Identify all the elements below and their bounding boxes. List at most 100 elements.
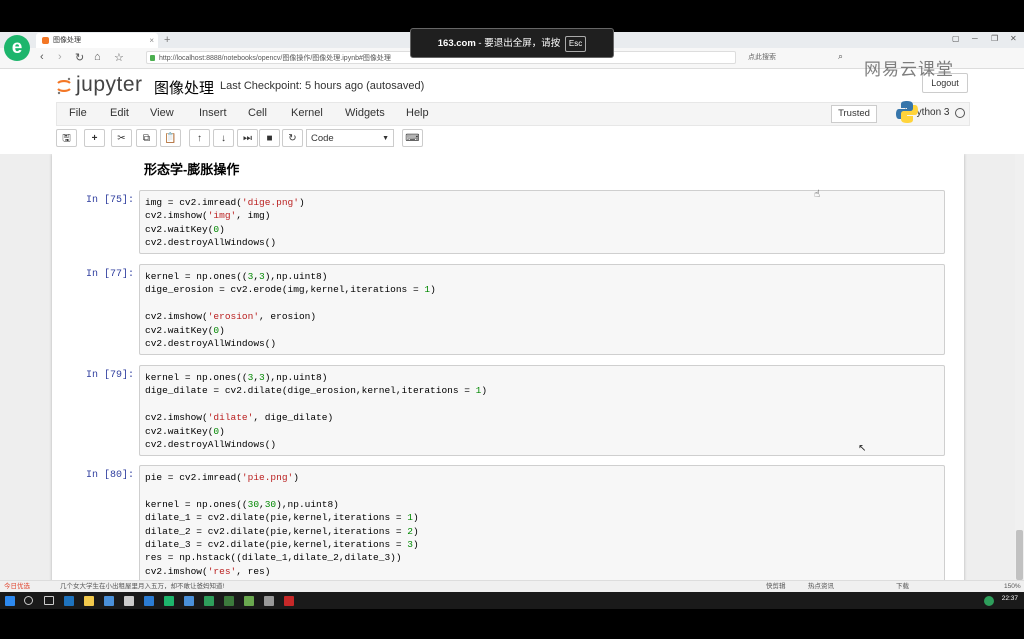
watermark: 网易云课堂	[864, 60, 954, 79]
esc-key: Esc	[564, 36, 587, 52]
screen: 图像处理 × + ▢ ─ ❐ ✕ ‹ › ↻ ⌂ ☆ http://localh…	[0, 32, 1024, 592]
notebook-name[interactable]: 图像处理	[154, 77, 214, 98]
code-input[interactable]: pie = cv2.imread('pie.png') kernel = np.…	[145, 471, 419, 578]
checkpoint-status: Last Checkpoint: 5 hours ago (autosaved)	[220, 80, 425, 92]
tab-title: 图像处理	[53, 37, 81, 44]
minimize-icon[interactable]: ─	[972, 34, 978, 43]
tab-close-icon[interactable]: ×	[149, 33, 154, 48]
python-logo-icon	[896, 101, 918, 123]
clock[interactable]: 22:37	[1002, 595, 1018, 602]
store-icon[interactable]	[104, 596, 114, 606]
taskbar: 22:37	[0, 592, 1024, 609]
ie-icon[interactable]	[64, 596, 74, 606]
menu-view[interactable]: View	[150, 107, 174, 119]
cell-type-select[interactable]: Code ▼	[306, 129, 394, 147]
search-icon[interactable]: ⌕	[838, 51, 843, 62]
pointer-cursor-icon: ↖	[858, 443, 867, 454]
status-item-hotnews[interactable]: 热点资讯	[808, 581, 834, 592]
menu-widgets[interactable]: Widgets	[345, 107, 385, 119]
status-item-quickclip[interactable]: 快剪辑	[766, 581, 786, 592]
mail-icon[interactable]	[124, 596, 134, 606]
browser-taskbar-icon[interactable]	[164, 596, 174, 606]
jupyter-logo-text[interactable]: jupyter	[76, 73, 143, 97]
zoom-level[interactable]: 150%	[1004, 581, 1021, 592]
menu-cell[interactable]: Cell	[248, 107, 267, 119]
notebook-toolbar: 🖫 + ✂ ⧉ 📋 ↑ ↓ ⏭ ■ ↻ Code ▼ ⌨	[56, 129, 968, 151]
status-item-download[interactable]: 下载	[896, 581, 909, 592]
cell-prompt: In [79]:	[85, 370, 134, 381]
esc-site: 163.com	[437, 38, 476, 49]
cell-prompt: In [75]:	[85, 195, 134, 206]
browser-tab[interactable]: 图像处理 ×	[36, 33, 158, 48]
secure-icon	[150, 55, 155, 61]
app-icon[interactable]	[184, 596, 194, 606]
code-input[interactable]: img = cv2.imread('dige.png') cv2.imshow(…	[145, 196, 305, 250]
app-icon[interactable]	[144, 596, 154, 606]
move-down-icon[interactable]: ↓	[213, 129, 234, 147]
code-cell[interactable]: kernel = np.ones((3,3),np.uint8) dige_er…	[139, 264, 945, 355]
app-icon[interactable]	[204, 596, 214, 606]
back-icon[interactable]: ‹	[40, 51, 44, 63]
paste-icon[interactable]: 📋	[160, 129, 181, 147]
code-cell[interactable]: kernel = np.ones((3,3),np.uint8) dige_di…	[139, 365, 945, 456]
code-input[interactable]: kernel = np.ones((3,3),np.uint8) dige_di…	[145, 371, 487, 451]
jupyter-logo-icon	[57, 77, 71, 95]
tray-icon[interactable]	[984, 596, 994, 606]
scrollbar-thumb[interactable]	[1016, 530, 1023, 580]
status-left-label[interactable]: 今日优选	[4, 581, 30, 592]
home-icon[interactable]: ⌂	[94, 51, 101, 63]
notebook-area: 形态学-膨胀操作 In [75]: img = cv2.imread('dige…	[0, 154, 1024, 580]
fullscreen-exit-notice: 163.com - 要退出全屏，请按 Esc	[410, 28, 614, 58]
chevron-down-icon: ▼	[382, 135, 389, 142]
browser-search-field[interactable]: 点此搜索	[748, 51, 848, 64]
markdown-heading[interactable]: 形态学-膨胀操作	[144, 159, 239, 178]
browser-status-bar: 今日优选 几个女大学生在小出租屋里月入五万，却不敢让爸妈知道! 快剪辑 热点资讯…	[0, 580, 1024, 592]
cell-prompt: In [77]:	[85, 269, 134, 280]
menu-insert[interactable]: Insert	[199, 107, 227, 119]
kernel-status-icon	[955, 108, 965, 118]
forward-icon[interactable]: ›	[58, 51, 62, 63]
file-explorer-icon[interactable]	[84, 596, 94, 606]
start-icon[interactable]	[5, 596, 15, 606]
tab-favicon-icon	[42, 37, 49, 44]
reload-icon[interactable]: ↻	[75, 51, 84, 64]
menubar: File Edit View Insert Cell Kernel Widget…	[56, 102, 970, 126]
status-news-link[interactable]: 几个女大学生在小出租屋里月入五万，却不敢让爸妈知道!	[60, 581, 224, 592]
copy-icon[interactable]: ⧉	[136, 129, 157, 147]
bookmark-star-icon[interactable]: ☆	[114, 51, 124, 64]
stop-icon[interactable]: ■	[259, 129, 280, 147]
add-cell-icon[interactable]: +	[84, 129, 105, 147]
vertical-scrollbar[interactable]	[1015, 154, 1024, 580]
restart-icon[interactable]: ↻	[282, 129, 303, 147]
move-up-icon[interactable]: ↑	[189, 129, 210, 147]
url-text: http://localhost:8888/notebooks/opencv/图…	[159, 55, 391, 62]
restore-icon[interactable]: ❐	[991, 34, 998, 43]
menu-kernel[interactable]: Kernel	[291, 107, 323, 119]
run-icon[interactable]: ⏭	[237, 129, 258, 147]
new-tab-button[interactable]: +	[164, 32, 170, 48]
app-icon[interactable]	[284, 596, 294, 606]
code-cell[interactable]: pie = cv2.imread('pie.png') kernel = np.…	[139, 465, 945, 580]
notebook-page: 形态学-膨胀操作 In [75]: img = cv2.imread('dige…	[52, 154, 964, 580]
menu-edit[interactable]: Edit	[110, 107, 129, 119]
esc-message: - 要退出全屏，请按	[475, 38, 561, 49]
cut-icon[interactable]: ✂	[111, 129, 132, 147]
cell-prompt: In [80]:	[85, 470, 134, 481]
browser-logo-icon[interactable]: e	[4, 35, 30, 61]
app-icon[interactable]	[224, 596, 234, 606]
app-icon[interactable]	[244, 596, 254, 606]
cell-type-value: Code	[311, 133, 334, 144]
close-window-icon[interactable]: ✕	[1010, 34, 1017, 43]
save-icon[interactable]: 🖫	[56, 129, 77, 147]
menu-file[interactable]: File	[69, 107, 87, 119]
menu-help[interactable]: Help	[406, 107, 429, 119]
search-icon[interactable]	[24, 596, 33, 605]
trusted-indicator[interactable]: Trusted	[831, 105, 877, 123]
code-cell[interactable]: img = cv2.imread('dige.png') cv2.imshow(…	[139, 190, 945, 254]
app-icon[interactable]	[264, 596, 274, 606]
hand-cursor-icon: ☝	[814, 189, 821, 200]
code-input[interactable]: kernel = np.ones((3,3),np.uint8) dige_er…	[145, 270, 436, 350]
task-view-icon[interactable]	[44, 596, 54, 605]
browser-menu-icon[interactable]: ▢	[952, 34, 960, 43]
keyboard-icon[interactable]: ⌨	[402, 129, 423, 147]
